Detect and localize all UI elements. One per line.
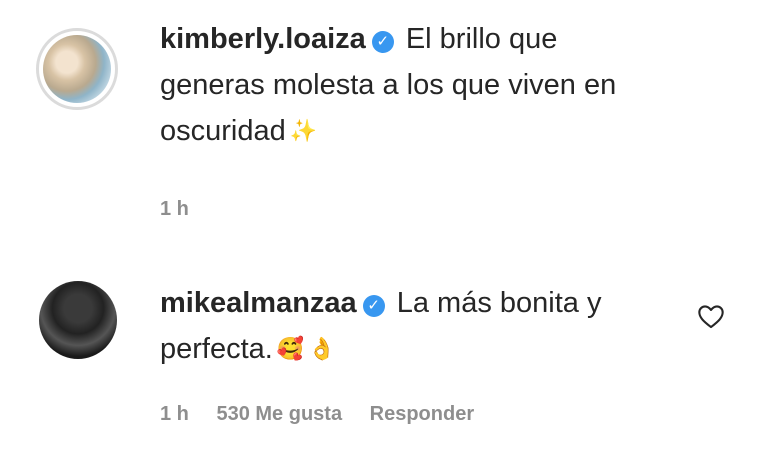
comment-body-line3: oscuridad [160,115,286,147]
profile-photo [43,35,111,103]
avatar[interactable] [36,28,118,110]
username-link[interactable]: kimberly.loaiza [160,23,366,55]
verified-check-icon: ✓ [371,31,394,53]
comment-time[interactable]: 1 h [160,198,189,220]
avatar[interactable] [39,281,117,359]
verified-check-icon: ✓ [362,295,385,317]
comment-text: mikealmanzaa ✓ La más bonita y perfecta. 🥰… [160,280,700,372]
reply-button[interactable]: Responder [370,403,474,425]
username-link[interactable]: mikealmanzaa [160,287,357,319]
comment-time[interactable]: 1 h [160,403,189,425]
comment-body-line2: perfecta. [160,333,273,365]
comment-meta: 1 h [160,198,211,221]
comment-body-line2: generas molesta a los que viven en [160,69,617,101]
smiling-hearts-emoji: 🥰 [276,336,305,361]
heart-outline-icon[interactable] [697,303,725,329]
ok-hand-emoji: 👌 [308,336,336,361]
comment-body-line1: La más bonita y [388,287,602,319]
comment-body-line1: El brillo que [397,23,558,55]
likes-count[interactable]: 530 Me gusta [216,403,342,425]
comment-text: kimberly.loaiza ✓ El brillo que generas m… [160,16,700,154]
sparkles-emoji: ✨ [289,118,318,143]
comment-meta: 1 h 530 Me gusta Responder [160,403,496,426]
